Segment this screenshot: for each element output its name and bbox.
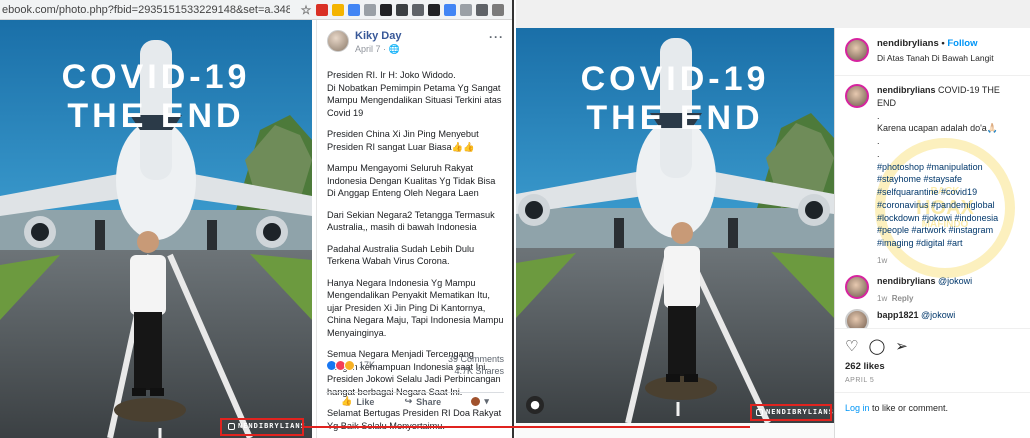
comment-age: 1w bbox=[877, 293, 888, 303]
poster-title: COVID-19 THE END bbox=[516, 60, 834, 138]
poster-title: COVID-19 THE END bbox=[0, 58, 312, 136]
bookmark-star-icon[interactable]: ☆ bbox=[300, 4, 312, 16]
extension-icon[interactable] bbox=[380, 3, 392, 16]
extension-icon[interactable] bbox=[396, 3, 408, 16]
reply-button[interactable]: Reply bbox=[892, 294, 914, 303]
login-prompt: Log in to like or comment. bbox=[835, 392, 1030, 423]
extension-icons: ☆ bbox=[300, 3, 504, 16]
dot-line: . bbox=[877, 110, 880, 121]
caption-line2: Karena ucapan adalah do'a🙏🏻 bbox=[877, 123, 999, 134]
extension-icon[interactable] bbox=[332, 3, 344, 16]
instagram-post-panel: BACK HOAX MAFINDO nendibrylians • Follow… bbox=[834, 28, 1030, 438]
avatar[interactable] bbox=[845, 84, 869, 108]
post-date-text: April 7 · bbox=[355, 44, 389, 54]
login-link[interactable]: Log in bbox=[845, 403, 870, 413]
comment-text[interactable]: @jokowi bbox=[938, 276, 972, 286]
poster-title-line2: THE END bbox=[67, 97, 245, 136]
user-tag-icon[interactable]: ● bbox=[526, 396, 544, 414]
share-count[interactable]: 4.7K Shares bbox=[448, 365, 504, 377]
comment-count[interactable]: 39 Comments bbox=[448, 353, 504, 365]
comment-icon[interactable]: ◯ bbox=[868, 337, 885, 355]
avatar[interactable] bbox=[845, 274, 869, 299]
extension-icon[interactable] bbox=[460, 3, 472, 16]
extension-icon[interactable] bbox=[444, 3, 456, 16]
heart-icon[interactable]: ♡ bbox=[845, 337, 858, 355]
caption-username[interactable]: nendibrylians bbox=[877, 85, 936, 95]
poster-title-line2: THE END bbox=[586, 99, 764, 138]
comment: nendibrylians @jokowi 1w Reply bbox=[835, 265, 1030, 303]
highlight-connector bbox=[304, 426, 750, 428]
globe-icon: 🌐 bbox=[388, 44, 400, 54]
dot-line: . bbox=[877, 136, 880, 147]
post-header: nendibrylians • Follow Di Atas Tanah Di … bbox=[835, 28, 1030, 76]
extension-icon[interactable] bbox=[316, 3, 328, 16]
send-icon[interactable]: ➢ bbox=[895, 337, 908, 355]
share-button[interactable]: ↪ Share bbox=[405, 396, 442, 407]
share-arrow-icon: ↪ bbox=[404, 396, 413, 406]
comment-username[interactable]: bapp1821 bbox=[877, 310, 919, 320]
username-header: nendibrylians • Follow bbox=[877, 38, 994, 49]
extension-icon[interactable] bbox=[364, 3, 376, 16]
post-paragraph: Presiden RI. Ir H: Joko Widodo. Di Nobatk… bbox=[327, 70, 502, 118]
poster-title-line1: COVID-19 bbox=[61, 58, 251, 96]
facebook-window: ebook.com/photo.php?fbid=293515153322914… bbox=[0, 0, 514, 438]
screenshot-root: ebook.com/photo.php?fbid=293515153322914… bbox=[0, 0, 1030, 438]
like-label: Like bbox=[356, 396, 375, 407]
username-link[interactable]: nendibrylians bbox=[877, 38, 939, 49]
login-rest-text: to like or comment. bbox=[869, 403, 949, 413]
post-header: Kiky Day April 7 · 🌐 ··· bbox=[327, 30, 504, 55]
extension-icon[interactable] bbox=[492, 3, 504, 16]
divider bbox=[326, 392, 504, 393]
avatar-small-icon bbox=[471, 397, 481, 406]
instagram-window: COVID-19 THE END ● NENDIBRYLIANS BACK HO… bbox=[516, 0, 1030, 438]
follow-button[interactable]: Follow bbox=[947, 38, 977, 49]
post-text: Presiden RI. Ir H: Joko Widodo. Di Nobatk… bbox=[327, 69, 504, 432]
like-count[interactable]: 262 likes bbox=[845, 361, 1021, 372]
post-date: APRIL 5 bbox=[845, 377, 875, 384]
facebook-photo[interactable]: COVID-19 THE END NENDIBRYLIANS bbox=[0, 20, 312, 438]
action-icons: ♡ ◯ ➢ bbox=[845, 337, 1021, 355]
highlight-box-facebook bbox=[220, 418, 304, 436]
reaction-summary: 17K 39 Comments 4.7K Shares bbox=[326, 353, 504, 377]
post-paragraph: Selamat Bertugas Presiden RI Doa Rakyat … bbox=[327, 408, 502, 431]
extension-icon[interactable] bbox=[348, 3, 360, 16]
share-label: Share bbox=[416, 396, 442, 407]
caption: nendibrylians COVID-19 THE END . Karena … bbox=[835, 76, 1030, 265]
post-paragraph: Padahal Australia Sudah Lebih Dulu Terke… bbox=[327, 243, 475, 267]
dot-line: . bbox=[877, 148, 880, 159]
like-button[interactable]: 👍 Like bbox=[341, 396, 374, 407]
address-bar[interactable]: ebook.com/photo.php?fbid=293515153322914… bbox=[0, 4, 290, 16]
extension-icon[interactable] bbox=[428, 3, 440, 16]
top-strip bbox=[516, 0, 1030, 28]
browser-toolbar: ebook.com/photo.php?fbid=293515153322914… bbox=[0, 0, 512, 20]
audience-selector[interactable]: ▾ bbox=[471, 396, 489, 407]
extension-icon[interactable] bbox=[412, 3, 424, 16]
extension-icon[interactable] bbox=[476, 3, 488, 16]
location-link[interactable]: Di Atas Tanah Di Bawah Langit bbox=[877, 53, 994, 63]
comment-username[interactable]: nendibrylians bbox=[877, 276, 936, 286]
comment-text[interactable]: @jokowi bbox=[921, 310, 955, 320]
post-footer: ♡ ◯ ➢ 262 likes APRIL 5 Log in to like o… bbox=[835, 328, 1030, 438]
avatar[interactable] bbox=[845, 38, 869, 62]
poster-title-line1: COVID-19 bbox=[580, 60, 770, 98]
avatar[interactable] bbox=[327, 30, 349, 52]
instagram-photo[interactable]: COVID-19 THE END ● NENDIBRYLIANS bbox=[516, 28, 834, 423]
more-options-icon[interactable]: ··· bbox=[489, 30, 504, 44]
author-name[interactable]: Kiky Day bbox=[355, 30, 401, 42]
haha-reaction-icon bbox=[344, 359, 355, 371]
post-actions: 👍 Like ↪ Share ▾ bbox=[326, 396, 504, 407]
post-paragraph: Presiden China Xi Jin Ping Menyebut Pres… bbox=[327, 129, 479, 152]
post-paragraph: Mampu Mengayomi Seluruh Rakyat Indonesia… bbox=[327, 163, 496, 199]
hashtags[interactable]: #photoshop #manipulation #stayhome #stay… bbox=[877, 162, 998, 249]
post-paragraph: Hanya Negara Indonesia Yg Mampu Mengenda… bbox=[327, 277, 504, 338]
reaction-count[interactable]: 17K bbox=[359, 360, 375, 370]
thumbs-up-icon: 👍 bbox=[341, 396, 353, 406]
chevron-down-icon: ▾ bbox=[484, 396, 489, 406]
caption-age: 1w bbox=[877, 255, 888, 265]
post-paragraph: Dari Sekian Negara2 Tetangga Termasuk Au… bbox=[327, 209, 495, 233]
highlight-box-instagram bbox=[750, 404, 832, 421]
post-date[interactable]: April 7 · 🌐 bbox=[355, 44, 401, 55]
